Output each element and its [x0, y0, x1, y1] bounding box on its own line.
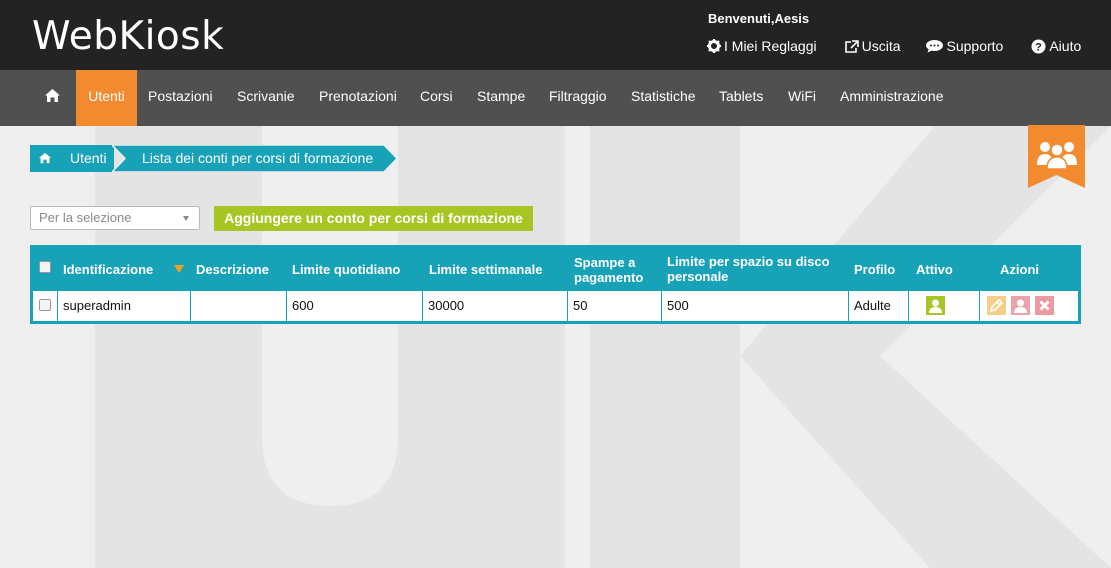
nav-item-stampe[interactable]: Stampe	[477, 70, 525, 126]
column-header-disk-limit-line2: personale	[667, 269, 729, 284]
cell-daily-limit: 600	[287, 291, 423, 321]
external-link-icon	[844, 39, 859, 53]
column-header-paid-prints-line1: Spampe a	[574, 255, 636, 270]
column-header-disk-limit: Limite per spazio su disco personale	[667, 254, 830, 284]
nav-item-statistiche[interactable]: Statistiche	[631, 70, 696, 126]
welcome-text: Benvenuti,Aesis	[708, 11, 810, 26]
nav-item-wifi[interactable]: WiFi	[788, 70, 816, 126]
user-profile-icon[interactable]	[1011, 296, 1030, 315]
settings-link-label: I Miei Reglaggi	[724, 38, 817, 54]
gear-icon	[707, 39, 721, 53]
cell-actions	[980, 291, 1078, 321]
cell-disk-limit: 500	[662, 291, 849, 321]
cell-profile: Adulte	[849, 291, 909, 321]
breadcrumb-home[interactable]: Utenti	[30, 145, 114, 172]
users-bookmark	[1028, 125, 1086, 194]
chat-icon	[925, 40, 943, 53]
cell-weekly-limit: 30000	[423, 291, 568, 321]
select-all-checkbox[interactable]	[39, 261, 51, 273]
column-header-id[interactable]: Identificazione	[63, 262, 153, 277]
nav-item-prenotazioni[interactable]: Prenotazioni	[319, 70, 397, 126]
active-user-icon[interactable]	[926, 296, 945, 315]
cell-id[interactable]: superadmin	[58, 291, 191, 321]
nav-item-amministrazione[interactable]: Amministrazione	[840, 70, 943, 126]
support-link-label: Supporto	[946, 38, 1004, 54]
column-header-actions: Azioni	[1000, 262, 1039, 277]
column-header-profile: Profilo	[854, 262, 896, 277]
svg-text:?: ?	[1035, 41, 1042, 53]
nav-item-postazioni[interactable]: Postazioni	[148, 70, 213, 126]
help-link-label: Aiuto	[1049, 38, 1082, 54]
nav-item-corsi[interactable]: Corsi	[420, 70, 453, 126]
column-header-weekly-limit: Limite settimanale	[429, 262, 543, 277]
header-links: I Miei Reglaggi Uscita Supporto ? Aiuto	[707, 38, 1081, 54]
bulk-action-select[interactable]: Per la selezione	[30, 206, 200, 230]
row-select-cell	[33, 291, 58, 321]
app-logo: WebKiosk	[32, 14, 225, 59]
breadcrumb-current: Lista dei conti per corsi di formazione	[142, 150, 374, 166]
app-header: WebKiosk Benvenuti,Aesis I Miei Reglaggi…	[0, 0, 1111, 70]
home-icon	[39, 152, 51, 164]
cell-description	[191, 291, 287, 321]
support-link[interactable]: Supporto	[925, 38, 1004, 54]
column-header-active: Attivo	[916, 262, 953, 277]
bulk-action-select-value: Per la selezione	[39, 210, 132, 225]
chevron-down-icon	[183, 216, 189, 221]
logout-link-label: Uscita	[861, 38, 901, 54]
accounts-table: Identificazione Descrizione Limite quoti…	[30, 245, 1081, 324]
nav-item-tablets[interactable]: Tablets	[719, 70, 763, 126]
nav-item-filtraggio[interactable]: Filtraggio	[549, 70, 607, 126]
help-icon: ?	[1031, 39, 1046, 53]
cell-active	[909, 291, 980, 321]
home-icon	[45, 89, 60, 102]
users-group-icon	[1028, 125, 1085, 188]
background-watermark	[0, 126, 1111, 568]
breadcrumb-home-label: Utenti	[70, 150, 107, 166]
add-training-account-button[interactable]: Aggiungere un conto per corsi di formazi…	[214, 206, 533, 231]
table-row: superadmin 600 30000 50 500 Adulte	[33, 291, 1078, 321]
help-link[interactable]: ? Aiuto	[1031, 38, 1081, 54]
column-header-paid-prints: Spampe a pagamento	[574, 255, 643, 285]
cell-paid-prints: 50	[568, 291, 662, 321]
nav-item-utenti[interactable]: Utenti	[76, 70, 137, 126]
nav-home[interactable]	[44, 88, 61, 108]
row-checkbox[interactable]	[39, 299, 51, 311]
delete-icon[interactable]	[1035, 296, 1054, 315]
nav-item-scrivanie[interactable]: Scrivanie	[237, 70, 295, 126]
column-header-paid-prints-line2: pagamento	[574, 270, 644, 285]
logout-link[interactable]: Uscita	[844, 38, 901, 54]
settings-link[interactable]: I Miei Reglaggi	[707, 38, 817, 54]
column-header-disk-limit-line1: Limite per spazio su disco	[667, 254, 830, 269]
column-header-daily-limit: Limite quotidiano	[292, 262, 401, 277]
main-nav: Utenti Postazioni Scrivanie Prenotazioni…	[0, 70, 1111, 126]
sort-desc-icon[interactable]	[174, 265, 184, 273]
column-header-description: Descrizione	[196, 262, 269, 277]
edit-icon[interactable]	[987, 296, 1006, 315]
